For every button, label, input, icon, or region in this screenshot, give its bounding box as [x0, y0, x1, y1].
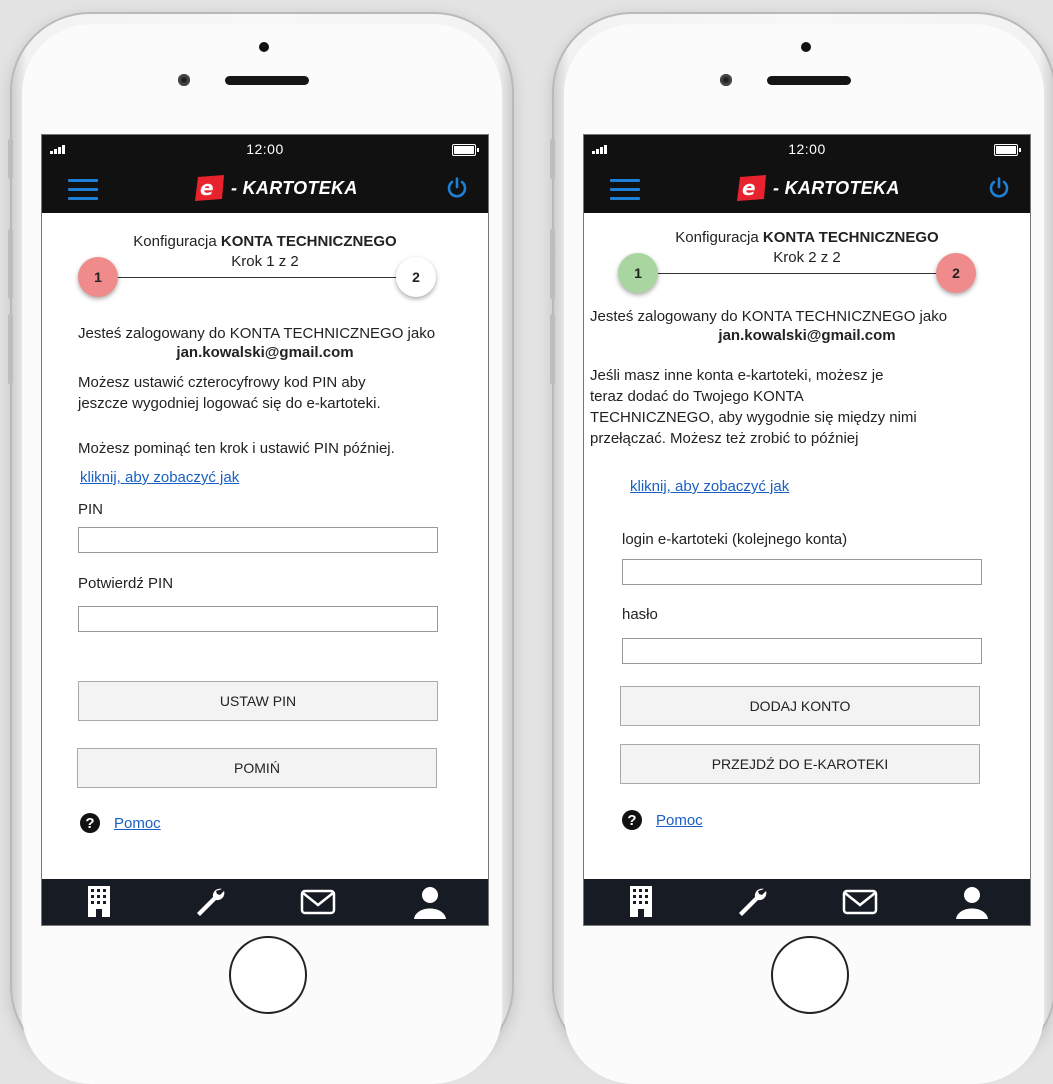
front-camera-icon [178, 74, 190, 86]
volume-up-button [8, 229, 13, 299]
how-to-link[interactable]: kliknij, aby zobaczyć jak [80, 469, 239, 486]
app-screen: 12:00 e - KARTOTEKA Konfiguracja KONTA T… [41, 134, 489, 926]
user-icon[interactable] [954, 885, 990, 919]
login-input[interactable] [622, 559, 982, 585]
user-email: jan.kowalski@gmail.com [176, 344, 354, 361]
step-connector [640, 273, 960, 274]
skip-info-text: Możesz pominąć ten krok i ustawić PIN pó… [78, 440, 395, 457]
step-1-circle: 1 [618, 253, 658, 293]
skip-button[interactable]: POMIŃ [77, 748, 437, 788]
pin-info-line-2: jeszcze wygodniej logować się do e-karto… [78, 395, 381, 412]
mail-icon[interactable] [300, 885, 336, 919]
logo: e - KARTOTEKA [734, 173, 900, 203]
user-icon[interactable] [412, 885, 448, 919]
mute-switch [550, 139, 555, 179]
proximity-sensor [801, 42, 811, 52]
app-header: e - KARTOTEKA [584, 163, 1030, 213]
step-2-circle: 2 [936, 253, 976, 293]
svg-text:e: e [742, 176, 756, 200]
password-input[interactable] [622, 638, 982, 664]
set-pin-button[interactable]: USTAW PIN [78, 681, 438, 721]
bottom-nav [42, 879, 488, 925]
help-row: ? Pomoc [80, 813, 161, 833]
battery-icon [452, 144, 479, 156]
help-link[interactable]: Pomoc [656, 812, 703, 829]
phone-frame-right: 12:00 e - KARTOTEKA Konfiguracja KONTA T… [550, 14, 1053, 1084]
info-line-4: przełączać. Możesz też zrobić to później [590, 430, 859, 447]
logo-icon: e [195, 175, 224, 201]
login-label: login e-kartoteki (kolejnego konta) [622, 531, 848, 548]
mail-icon[interactable] [842, 885, 878, 919]
page-title: Konfiguracja KONTA TECHNICZNEGO [675, 229, 939, 246]
wrench-icon[interactable] [734, 885, 770, 919]
app-header: e - KARTOTEKA [42, 163, 488, 213]
help-link[interactable]: Pomoc [114, 815, 161, 832]
clock: 12:00 [246, 141, 284, 157]
wrench-icon[interactable] [192, 885, 228, 919]
mute-switch [8, 139, 13, 179]
help-icon[interactable]: ? [622, 810, 642, 830]
earpiece-speaker [767, 76, 851, 85]
home-button[interactable] [771, 936, 849, 1014]
clock: 12:00 [788, 141, 826, 157]
volume-down-button [8, 314, 13, 384]
logo-text: - KARTOTEKA [773, 177, 900, 198]
step-connector [98, 277, 418, 278]
pin-info-line-1: Możesz ustawić czterocyfrowy kod PIN aby [78, 374, 366, 391]
logo-icon: e [737, 175, 766, 201]
svg-text:e: e [200, 176, 214, 200]
power-icon[interactable] [446, 177, 468, 199]
confirm-pin-input[interactable] [78, 606, 438, 632]
phone-frame-left: 12:00 e - KARTOTEKA Konfiguracja KONTA T… [8, 14, 512, 1084]
earpiece-speaker [225, 76, 309, 85]
front-camera-icon [720, 74, 732, 86]
volume-up-button [550, 229, 555, 299]
step-1-circle: 1 [78, 257, 118, 297]
password-label: hasło [622, 606, 658, 623]
confirm-pin-label: Potwierdź PIN [78, 575, 174, 592]
step-2-circle: 2 [396, 257, 436, 297]
power-icon[interactable] [988, 177, 1010, 199]
building-icon[interactable] [624, 885, 660, 919]
bottom-nav [584, 879, 1030, 925]
logged-in-text: Jesteś zalogowany do KONTA TECHNICZNEGO … [78, 325, 436, 342]
building-icon[interactable] [82, 885, 118, 919]
page-title: Konfiguracja KONTA TECHNICZNEGO [133, 233, 397, 250]
info-line-3: TECHNICZNEGO, aby wygodnie się między ni… [590, 409, 917, 426]
status-bar: 12:00 [584, 135, 1030, 163]
menu-icon[interactable] [610, 179, 640, 201]
go-to-ekartoteka-button[interactable]: PRZEJDŹ DO E-KAROTEKI [620, 744, 980, 784]
battery-icon [994, 144, 1021, 156]
logged-in-text: Jesteś zalogowany do KONTA TECHNICZNEGO … [590, 308, 948, 325]
add-account-button[interactable]: DODAJ KONTO [620, 686, 980, 726]
user-email: jan.kowalski@gmail.com [718, 327, 896, 344]
status-bar: 12:00 [42, 135, 488, 163]
menu-icon[interactable] [68, 179, 98, 201]
logo: e - KARTOTEKA [192, 173, 358, 203]
volume-down-button [550, 314, 555, 384]
info-line-1: Jeśli masz inne konta e-kartoteki, możes… [590, 367, 884, 384]
pin-input[interactable] [78, 527, 438, 553]
info-line-2: teraz dodać do Twojego KONTA [590, 388, 804, 405]
app-screen: 12:00 e - KARTOTEKA Konfiguracja KONTA T… [583, 134, 1031, 926]
help-icon[interactable]: ? [80, 813, 100, 833]
home-button[interactable] [229, 936, 307, 1014]
proximity-sensor [259, 42, 269, 52]
how-to-link[interactable]: kliknij, aby zobaczyć jak [630, 478, 789, 495]
logo-text: - KARTOTEKA [231, 177, 358, 198]
help-row: ? Pomoc [622, 810, 703, 830]
pin-label: PIN [78, 501, 104, 518]
